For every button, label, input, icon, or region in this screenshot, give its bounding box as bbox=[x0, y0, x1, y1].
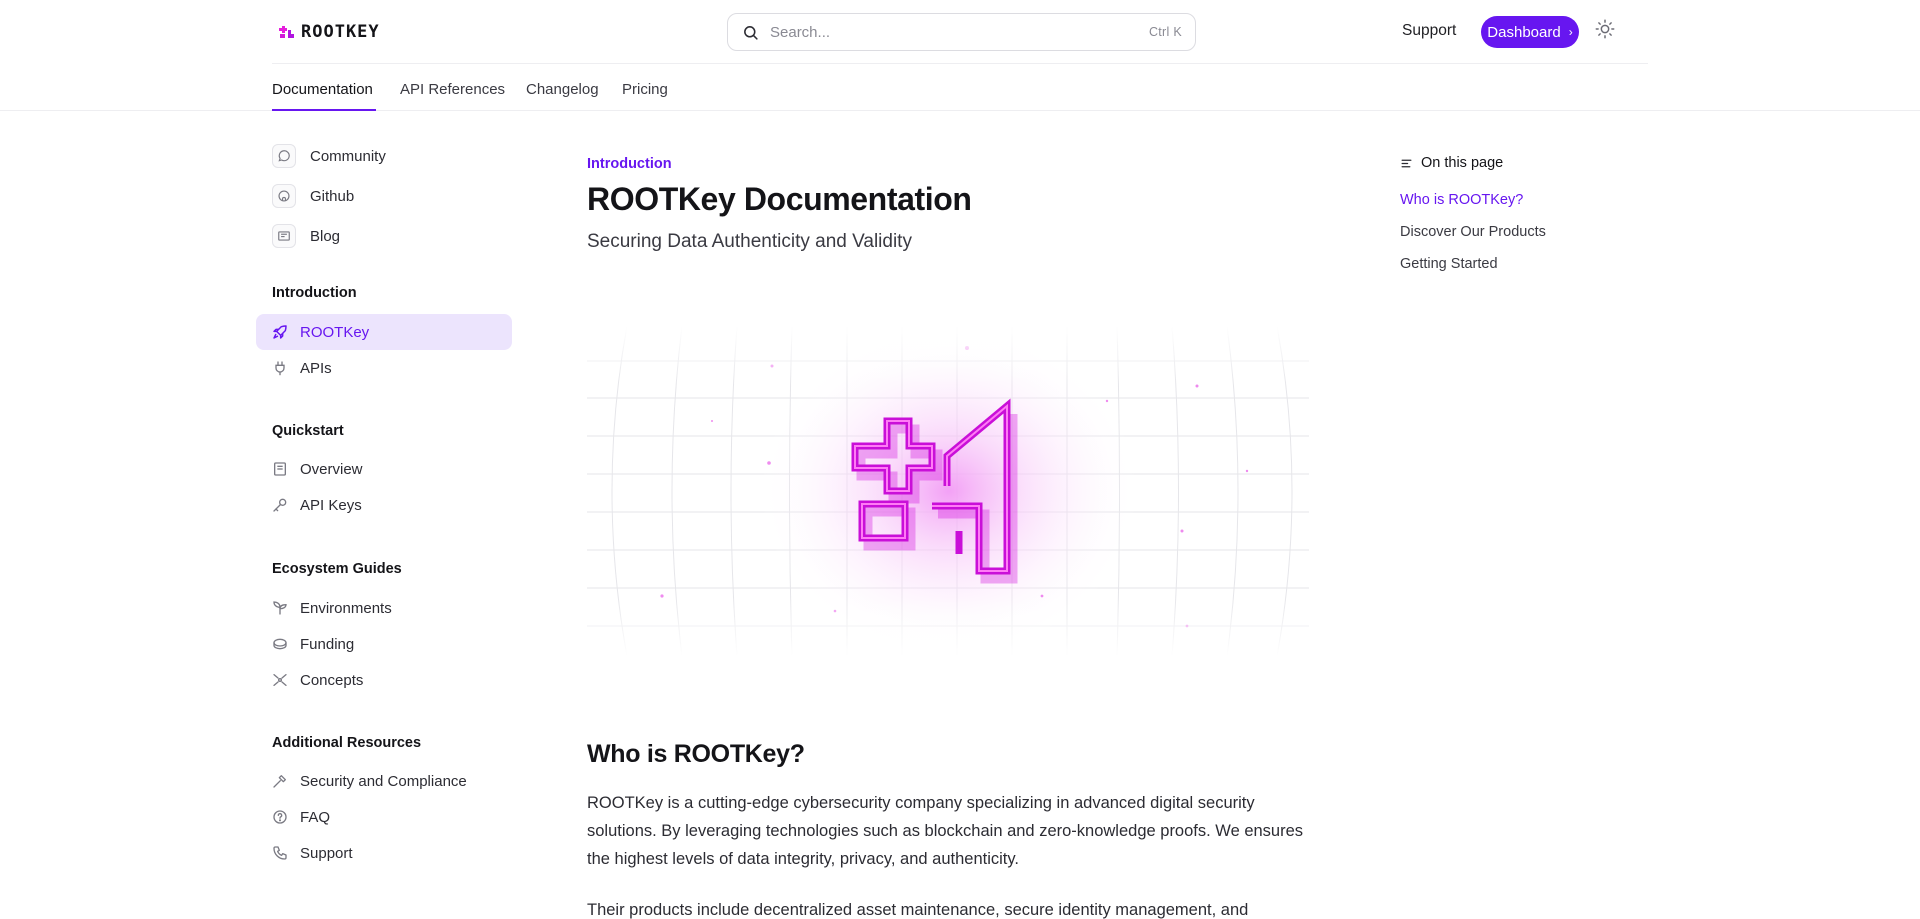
sidebar-item-apis[interactable]: APIs bbox=[256, 350, 512, 386]
products-paragraph: Their products include decentralized ass… bbox=[587, 901, 1249, 919]
toc-item-who-is-rootkey[interactable]: Who is ROOTKey? bbox=[1400, 192, 1523, 208]
toc-title: On this page bbox=[1400, 155, 1650, 171]
sidebar-heading-quickstart: Quickstart bbox=[272, 423, 344, 439]
sidebar-item-faq[interactable]: FAQ bbox=[256, 799, 512, 835]
dashboard-label: Dashboard bbox=[1487, 23, 1561, 41]
sidebar-item-label: Environments bbox=[300, 599, 392, 617]
document-icon bbox=[272, 461, 288, 477]
table-of-contents: On this page Who is ROOTKey? Discover Ou… bbox=[1400, 155, 1650, 272]
active-tab-indicator bbox=[272, 109, 376, 111]
support-link[interactable]: Support bbox=[1402, 22, 1456, 40]
sidebar-item-label: Concepts bbox=[300, 671, 364, 689]
sidebar-heading-introduction: Introduction bbox=[272, 285, 357, 301]
tab-pricing[interactable]: Pricing bbox=[622, 81, 668, 98]
search-shortcut: Ctrl K bbox=[1148, 25, 1182, 39]
network-icon bbox=[272, 672, 288, 688]
sidebar-link-label: Community bbox=[310, 147, 386, 165]
tab-documentation[interactable]: Documentation bbox=[272, 81, 373, 98]
github-icon bbox=[272, 184, 296, 208]
tab-changelog[interactable]: Changelog bbox=[526, 81, 599, 98]
newspaper-icon bbox=[272, 224, 296, 248]
dashboard-button[interactable]: Dashboard › bbox=[1481, 16, 1579, 48]
sidebar-item-label: Support bbox=[300, 844, 353, 862]
sidebar-heading-ecosystem-guides: Ecosystem Guides bbox=[272, 561, 402, 577]
sidebar-item-funding[interactable]: Funding bbox=[256, 626, 512, 662]
sidebar-item-label: ROOTKey bbox=[300, 323, 370, 341]
list-icon bbox=[1401, 159, 1412, 167]
sidebar-link-label: Github bbox=[310, 187, 355, 205]
hammer-icon bbox=[272, 773, 288, 789]
intro-paragraph: ROOTKey is a cutting-edge cybersecurity … bbox=[587, 794, 1304, 868]
rootkey-logo-icon bbox=[279, 26, 294, 38]
hero-image bbox=[587, 326, 1309, 656]
phone-icon bbox=[272, 845, 288, 861]
sidebar-item-label: Security and Compliance bbox=[300, 772, 467, 790]
coins-icon bbox=[272, 636, 288, 652]
sprout-icon bbox=[272, 600, 288, 616]
toc-item-discover-our-products[interactable]: Discover Our Products bbox=[1400, 224, 1546, 240]
sidebar-link-label: Blog bbox=[310, 227, 341, 245]
breadcrumb: Introduction bbox=[587, 156, 672, 172]
sidebar-heading-additional-resources: Additional Resources bbox=[272, 735, 422, 751]
key-icon bbox=[272, 497, 288, 513]
plug-icon bbox=[272, 360, 288, 376]
main-tabs: Documentation API References Changelog P… bbox=[272, 64, 1648, 112]
sun-icon[interactable] bbox=[1594, 18, 1616, 40]
logo-text: ROOTKEY bbox=[301, 22, 380, 42]
search-icon bbox=[744, 26, 758, 40]
sidebar-link-github[interactable]: Github bbox=[272, 184, 354, 208]
sidebar-item-security-and-compliance[interactable]: Security and Compliance bbox=[256, 763, 512, 799]
sidebar-item-api-keys[interactable]: API Keys bbox=[256, 487, 512, 523]
logo[interactable]: ROOTKEY bbox=[278, 22, 380, 42]
sidebar-item-environments[interactable]: Environments bbox=[256, 590, 512, 626]
sidebar-link-blog[interactable]: Blog bbox=[272, 224, 340, 248]
help-circle-icon bbox=[272, 809, 288, 825]
chevron-right-icon: › bbox=[1568, 25, 1573, 39]
sidebar-item-label: FAQ bbox=[300, 808, 331, 826]
section-heading: Who is ROOTKey? bbox=[587, 740, 805, 768]
sidebar-item-support[interactable]: Support bbox=[256, 835, 512, 871]
whatsapp-icon bbox=[272, 144, 296, 168]
sidebar-item-label: API Keys bbox=[300, 496, 362, 514]
sidebar-item-label: Overview bbox=[300, 460, 363, 478]
tab-api-references[interactable]: API References bbox=[400, 81, 505, 98]
rocket-icon bbox=[272, 324, 288, 340]
sidebar-link-community[interactable]: Community bbox=[272, 144, 386, 168]
page-title: ROOTKey Documentation bbox=[587, 181, 972, 217]
page-subtitle: Securing Data Authenticity and Validity bbox=[587, 231, 912, 252]
sidebar-item-label: Funding bbox=[300, 635, 355, 653]
sidebar-item-concepts[interactable]: Concepts bbox=[256, 662, 512, 698]
sidebar-item-overview[interactable]: Overview bbox=[256, 451, 512, 487]
header-inner: ROOTKEY Search... Ctrl K Support Dashboa… bbox=[272, 0, 1648, 64]
search-input[interactable]: Search... Ctrl K bbox=[727, 13, 1196, 51]
sidebar-item-label: APIs bbox=[300, 359, 332, 377]
toc-item-getting-started[interactable]: Getting Started bbox=[1400, 256, 1498, 272]
sidebar-item-rootkey[interactable]: ROOTKey bbox=[256, 314, 512, 350]
search-placeholder: Search... bbox=[770, 24, 831, 41]
top-header: ROOTKEY Search... Ctrl K Support Dashboa… bbox=[0, 0, 1920, 64]
toc-title-label: On this page bbox=[1421, 155, 1504, 171]
